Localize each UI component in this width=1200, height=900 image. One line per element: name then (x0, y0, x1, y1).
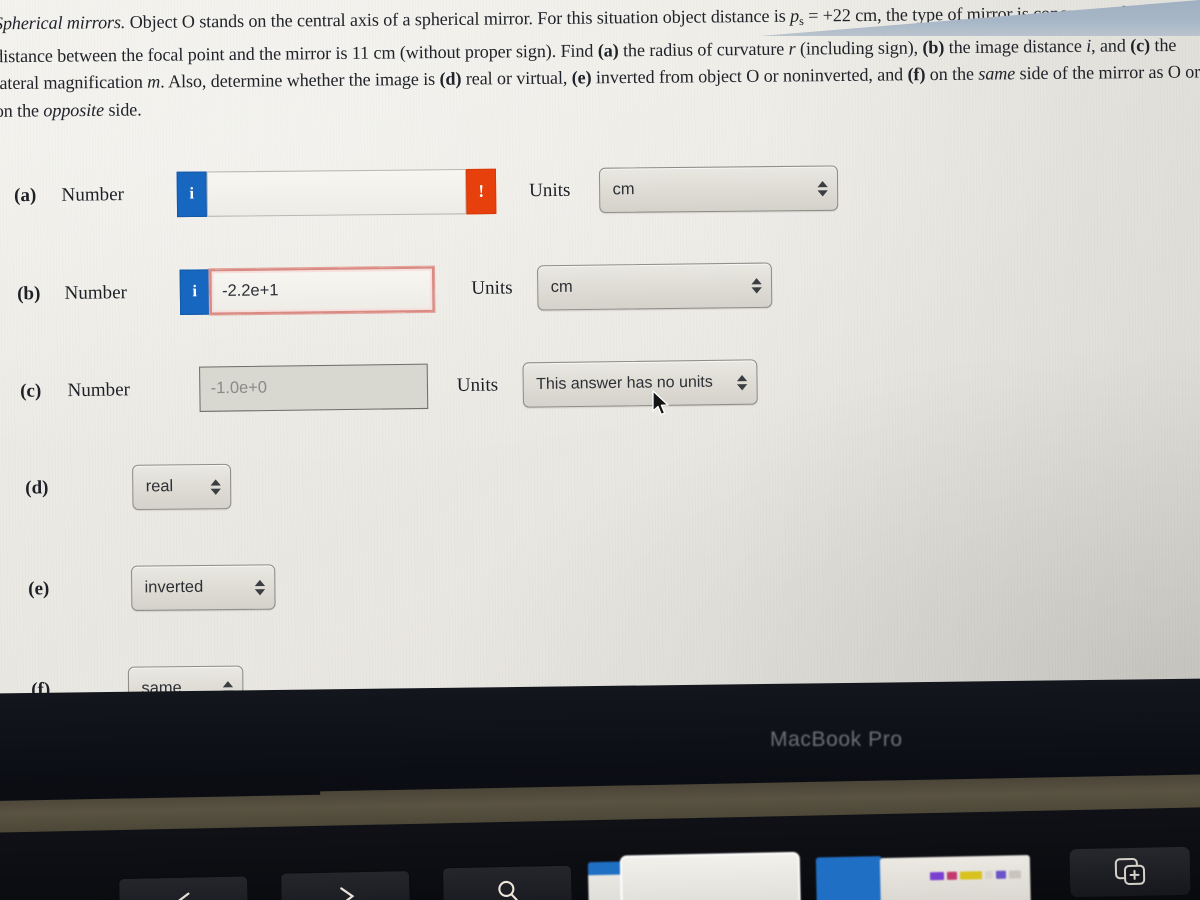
row-b-number-label: Number (64, 282, 128, 304)
row-b-number-input[interactable]: -2.2e+1 (209, 266, 435, 315)
answer-rows: (a) Number i ! Units cm (b) Number i -2.… (0, 136, 1200, 741)
row-e-select-value: inverted (144, 578, 204, 597)
row-b-part-label: (b) (17, 283, 41, 305)
row-c-number-input[interactable]: -1.0e+0 (199, 363, 429, 413)
back-arrow-icon (175, 892, 190, 900)
row-e-select[interactable]: inverted (130, 564, 276, 612)
laptop-screen: Spherical mirrors. Object O stands on th… (0, 0, 1200, 719)
row-c-part-label: (c) (19, 380, 42, 402)
touchbar-color-swatches (929, 867, 1050, 884)
touchbar-window-thumb[interactable] (815, 856, 883, 900)
forward-arrow-icon (340, 887, 355, 900)
touchbar-search-key[interactable] (441, 864, 573, 900)
row-d-select-value: real (145, 478, 174, 496)
row-b-units-label: Units (471, 277, 513, 299)
stepper-arrows-icon (254, 576, 266, 599)
touchbar-window-thumb-active[interactable] (619, 851, 802, 900)
row-a-units-value: cm (612, 181, 635, 199)
touchbar-small-caption (952, 856, 954, 863)
row-b-units-value: cm (550, 278, 573, 297)
row-b-units-select[interactable]: cm (537, 262, 773, 311)
row-a-number-input[interactable] (206, 169, 467, 218)
answer-row-a: (a) Number i ! Units cm (0, 136, 1200, 246)
row-a-number-label: Number (61, 184, 125, 206)
photo-of-laptop-screen: Spherical mirrors. Object O stands on th… (0, 0, 1200, 900)
stepper-arrows-icon (736, 371, 748, 394)
row-c-units-value: This answer has no units (536, 373, 713, 394)
answer-row-e: (e) inverted (0, 529, 1200, 639)
row-a-units-label: Units (529, 180, 571, 202)
stepper-arrows-icon (750, 274, 762, 297)
stepper-arrows-icon (816, 177, 828, 200)
row-e-part-label: (e) (28, 578, 50, 600)
answer-row-d: (d) real (0, 428, 1200, 538)
row-c-units-label: Units (456, 374, 499, 397)
info-icon-b[interactable]: i (179, 269, 211, 316)
stepper-arrows-icon (209, 476, 221, 499)
row-c-number-label: Number (67, 379, 131, 402)
row-c-units-select[interactable]: This answer has no units (522, 359, 758, 409)
row-a-part-label: (a) (14, 185, 37, 207)
answer-row-b: (b) Number i -2.2e+1 Units cm (0, 231, 1200, 345)
row-a-units-select[interactable]: cm (599, 165, 839, 214)
macbook-pro-logo: MacBook Pro (770, 728, 903, 751)
new-tab-icon (1114, 857, 1146, 886)
touchbar-new-tab-key[interactable] (1069, 846, 1191, 898)
touchbar-back-key[interactable] (118, 875, 250, 900)
warning-icon-a[interactable]: ! (466, 169, 497, 215)
question-title: Spherical mirrors. (0, 11, 126, 34)
row-d-select[interactable]: real (132, 464, 232, 511)
answer-row-c: (c) Number -1.0e+0 Units This answer has… (0, 327, 1200, 442)
row-d-part-label: (d) (25, 477, 49, 499)
homework-page: Spherical mirrors. Object O stands on th… (0, 0, 1200, 740)
info-icon-a[interactable]: i (176, 171, 207, 218)
touchbar-forward-key[interactable] (279, 869, 411, 900)
search-icon (498, 880, 518, 900)
